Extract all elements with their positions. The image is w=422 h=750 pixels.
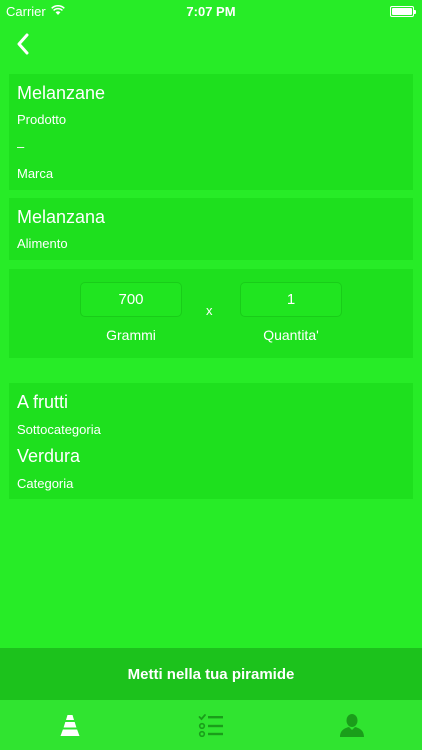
food-card: Melanzana Alimento xyxy=(9,198,413,260)
quantity-label: Quantita' xyxy=(263,327,319,343)
product-label: Prodotto xyxy=(17,112,67,127)
category-card: A frutti Sottocategoria Verdura Categori… xyxy=(9,383,413,499)
tab-list[interactable] xyxy=(141,700,282,750)
status-bar: Carrier 7:07 PM xyxy=(0,0,422,22)
pyramid-icon xyxy=(60,715,80,736)
person-icon xyxy=(339,714,364,737)
subcategory-label: Sottocategoria xyxy=(17,422,101,437)
product-name: Melanzane xyxy=(17,83,106,103)
tab-bar xyxy=(0,700,422,750)
multiply-sign: x xyxy=(206,303,213,318)
brand-label: Marca xyxy=(17,166,54,181)
product-card: Melanzane Prodotto – Marca xyxy=(9,74,413,190)
add-to-pyramid-button[interactable]: Metti nella tua piramide xyxy=(0,648,422,700)
quantity-card: 700 Grammi x 1 Quantita' xyxy=(9,269,413,358)
status-time: 7:07 PM xyxy=(186,4,236,19)
chevron-left-icon xyxy=(17,33,29,55)
category-label: Categoria xyxy=(17,476,74,491)
checklist-icon xyxy=(198,714,223,737)
quantity-input[interactable]: 1 xyxy=(240,282,342,317)
tab-profile[interactable] xyxy=(281,700,422,750)
brand-value: – xyxy=(17,139,25,154)
battery-icon xyxy=(390,5,416,17)
food-name: Melanzana xyxy=(17,207,106,227)
food-label: Alimento xyxy=(17,236,68,251)
subcategory-value: A frutti xyxy=(17,392,69,412)
tab-pyramid[interactable] xyxy=(0,700,141,750)
category-value: Verdura xyxy=(17,446,81,466)
grams-input[interactable]: 700 xyxy=(80,282,182,317)
nav-bar xyxy=(0,22,422,66)
grams-label: Grammi xyxy=(106,327,156,343)
back-button[interactable] xyxy=(8,28,38,60)
